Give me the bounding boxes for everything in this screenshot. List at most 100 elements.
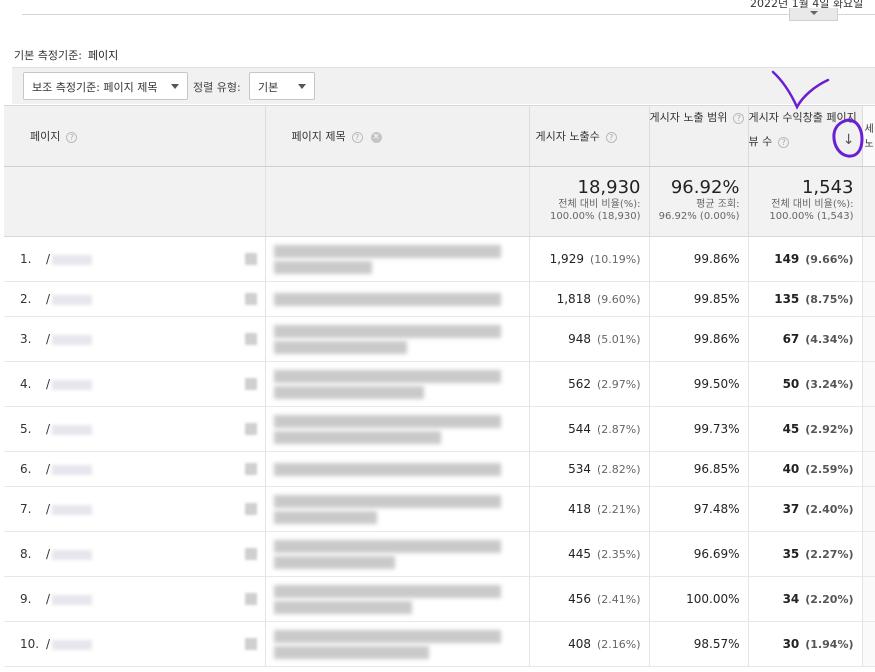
table-row[interactable]: 8. / 445 (2.35%) 96.69% 35 (2.27%): [4, 531, 875, 577]
external-link-icon[interactable]: [244, 463, 257, 475]
sort-type-select[interactable]: 기본: [249, 72, 315, 100]
table-row[interactable]: 5. / 544 (2.87%) 99.73% 45 (2.92%): [4, 406, 875, 452]
coverage-cell: 99.86%: [649, 236, 749, 282]
report-table: 페이지? 페이지 제목? × 게시자 노출수? 게시자 노출 범위? 게시자 수익…: [4, 105, 875, 667]
totals-impressions-sub2: 100.00% (18,930): [550, 211, 641, 222]
monetized-percent: (1.94%): [805, 638, 854, 651]
page-title-cell[interactable]: [265, 576, 530, 622]
help-icon[interactable]: ?: [778, 136, 790, 148]
row-edge: [862, 576, 875, 622]
redacted-page-path[interactable]: [52, 464, 93, 475]
redacted-page-path[interactable]: [52, 379, 93, 390]
page-cell[interactable]: 4. /: [4, 361, 266, 407]
chevron-down-icon: [810, 11, 818, 15]
help-icon[interactable]: ?: [66, 131, 78, 143]
page-title-cell[interactable]: [265, 621, 530, 667]
external-link-icon[interactable]: [244, 548, 257, 560]
page-title-cell[interactable]: [265, 486, 530, 532]
page-cell[interactable]: 9. /: [4, 576, 266, 622]
page-cell[interactable]: 2. /: [4, 281, 266, 317]
chevron-down-icon: [298, 84, 306, 89]
page-cell[interactable]: 7. /: [4, 486, 266, 532]
page-path-prefix: /: [46, 592, 51, 606]
col-header-impressions[interactable]: 게시자 노출수?: [529, 105, 650, 167]
totals-coverage-sub2: 96.92% (0.00%): [658, 211, 740, 222]
page-cell[interactable]: 8. /: [4, 531, 266, 577]
page-path-prefix: /: [46, 422, 51, 436]
col-header-page-title[interactable]: 페이지 제목? ×: [265, 105, 530, 167]
page-title-cell[interactable]: [265, 361, 530, 407]
table-row[interactable]: 7. / 418 (2.21%) 97.48% 37 (2.40%): [4, 486, 875, 532]
external-link-icon[interactable]: [244, 593, 257, 605]
page-cell[interactable]: 1. /: [4, 236, 266, 282]
table-row[interactable]: 10. / 408 (2.16%) 98.57% 30 (1.94%): [4, 621, 875, 667]
page-cell[interactable]: 5. /: [4, 406, 266, 452]
col-header-coverage[interactable]: 게시자 노출 범위?: [649, 105, 749, 167]
col-header-page[interactable]: 페이지?: [4, 105, 266, 167]
sort-descending-icon[interactable]: ↓: [843, 128, 855, 152]
page-path-prefix: /: [46, 252, 51, 266]
redacted-page-path[interactable]: [52, 549, 93, 560]
table-row[interactable]: 2. / 1,818 (9.60%) 99.85% 135 (8.75%): [4, 281, 875, 317]
coverage-cell: 99.73%: [649, 406, 749, 452]
page-cell[interactable]: 10. /: [4, 621, 266, 667]
row-edge: [862, 281, 875, 317]
impressions-cell: 1,818 (9.60%): [529, 281, 650, 317]
external-link-icon[interactable]: [244, 333, 257, 345]
row-index: 1.: [20, 252, 32, 266]
close-icon[interactable]: ×: [370, 131, 382, 143]
monetized-cell: 45 (2.92%): [748, 406, 863, 452]
primary-dimension-value[interactable]: 페이지: [88, 49, 118, 62]
help-icon[interactable]: ?: [733, 112, 745, 124]
date-range-dropdown[interactable]: [789, 8, 838, 21]
totals-blank: [4, 166, 266, 237]
col-header-next-fragment[interactable]: 세 노: [862, 105, 875, 167]
col-header-monetized-pageviews[interactable]: 게시자 수익창출 페이지뷰 수? ↓: [748, 105, 863, 167]
primary-dimension-label: 기본 측정기준:: [14, 49, 82, 62]
table-row[interactable]: 1. / 1,929 (10.19%) 99.86% 149 (9.66%): [4, 236, 875, 282]
col-header-impressions-label: 게시자 노출수: [535, 130, 600, 143]
help-icon[interactable]: ?: [351, 131, 363, 143]
external-link-icon[interactable]: [244, 378, 257, 390]
table-row[interactable]: 4. / 562 (2.97%) 99.50% 50 (3.24%): [4, 361, 875, 407]
page-cell[interactable]: 6. /: [4, 451, 266, 487]
page-title-cell[interactable]: [265, 451, 530, 487]
coverage-cell: 96.85%: [649, 451, 749, 487]
page-title-cell[interactable]: [265, 236, 530, 282]
row-edge: [862, 486, 875, 532]
impressions-value: 948: [568, 332, 591, 346]
impressions-percent: (5.01%): [596, 333, 641, 346]
external-link-icon[interactable]: [244, 503, 257, 515]
impressions-percent: (2.41%): [596, 593, 641, 606]
table-row[interactable]: 6. / 534 (2.82%) 96.85% 40 (2.59%): [4, 451, 875, 487]
redacted-page-path[interactable]: [52, 424, 93, 435]
external-link-icon[interactable]: [244, 253, 257, 265]
page-title-cell[interactable]: [265, 281, 530, 317]
redacted-page-path[interactable]: [52, 639, 93, 650]
redacted-page-path[interactable]: [52, 334, 93, 345]
redacted-page-path[interactable]: [52, 594, 93, 605]
external-link-icon[interactable]: [244, 293, 257, 305]
coverage-value: 100.00%: [686, 592, 740, 606]
redacted-page-path[interactable]: [52, 254, 93, 265]
table-row[interactable]: 3. / 948 (5.01%) 99.86% 67 (4.34%): [4, 316, 875, 362]
table-row[interactable]: 9. / 456 (2.41%) 100.00% 34 (2.20%): [4, 576, 875, 622]
page-title-cell[interactable]: [265, 316, 530, 362]
redacted-page-path[interactable]: [52, 294, 93, 305]
help-icon[interactable]: ?: [605, 131, 617, 143]
row-edge: [862, 406, 875, 452]
secondary-dimension-select[interactable]: 보조 측정기준: 페이지 제목: [23, 72, 188, 100]
redacted-page-path[interactable]: [52, 504, 93, 515]
monetized-value: 35: [782, 547, 800, 561]
page-title-cell[interactable]: [265, 531, 530, 577]
impressions-value: 544: [568, 422, 591, 436]
monetized-value: 40: [782, 462, 800, 476]
monetized-percent: (9.66%): [805, 253, 854, 266]
page-title-cell[interactable]: [265, 406, 530, 452]
impressions-cell: 1,929 (10.19%): [529, 236, 650, 282]
impressions-value: 418: [568, 502, 591, 516]
external-link-icon[interactable]: [244, 423, 257, 435]
impressions-value: 456: [568, 592, 591, 606]
page-cell[interactable]: 3. /: [4, 316, 266, 362]
external-link-icon[interactable]: [244, 638, 257, 650]
